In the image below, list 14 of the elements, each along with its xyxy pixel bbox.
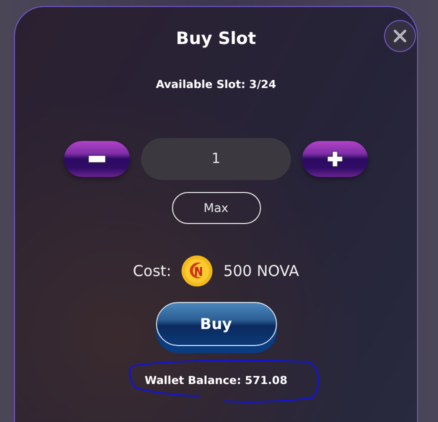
close-icon: [393, 29, 407, 43]
decrement-button[interactable]: [64, 141, 130, 177]
dialog-title: Buy Slot: [176, 28, 256, 51]
coin-icon: [181, 255, 214, 287]
plus-icon: [327, 151, 343, 167]
cost-label: Cost:: [132, 262, 172, 280]
increment-button[interactable]: [302, 141, 368, 177]
max-button[interactable]: Max: [172, 192, 260, 224]
minus-icon: [88, 155, 106, 163]
cost-amount: 500 NOVA: [223, 262, 300, 280]
available-slot-text: Available Slot: 3/24: [156, 78, 276, 91]
close-button[interactable]: [384, 20, 416, 52]
quantity-field[interactable]: 1: [141, 138, 291, 180]
wallet-balance-text: Wallet Balance: 571.08: [144, 374, 288, 387]
